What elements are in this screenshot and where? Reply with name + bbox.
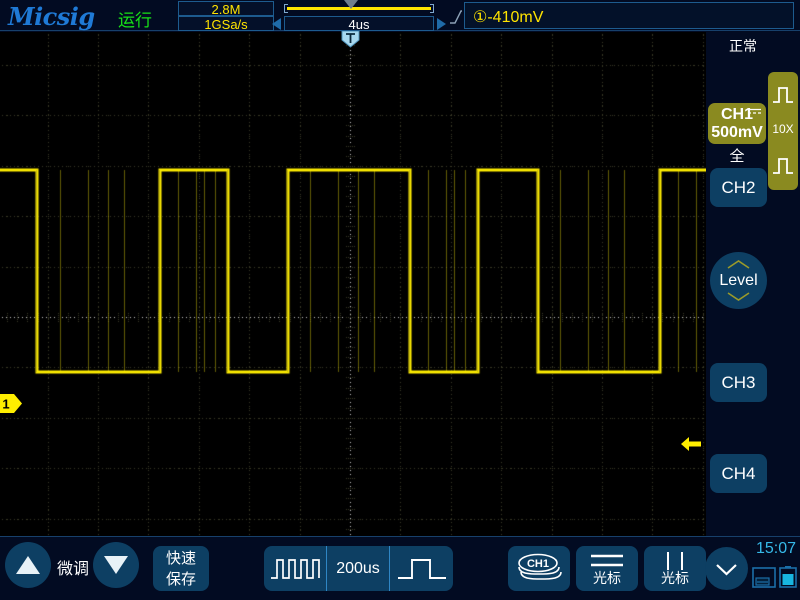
memory-bar-icon[interactable] (284, 2, 434, 15)
channel-2-button[interactable]: CH2 (710, 168, 767, 207)
pulse-icon[interactable] (772, 154, 794, 178)
dc-coupling-icon (748, 108, 761, 114)
triangle-up-icon (16, 556, 40, 574)
run-state-label[interactable]: 运行 (118, 6, 152, 31)
channel-1-bandwidth[interactable]: 全 (708, 145, 766, 166)
trigger-level-label: Level (719, 272, 758, 289)
rising-edge-icon[interactable] (449, 8, 463, 24)
pulse-width-segmented-control[interactable]: 200us (264, 546, 453, 591)
memory-depth-value[interactable]: 2.8M (178, 1, 274, 17)
right-sidebar: 正常 CH1 500mV 全 10X CH2 Level CH3 CH4 (706, 32, 800, 536)
svg-text:1: 1 (2, 397, 9, 412)
horizontal-cursor-button[interactable]: 光标 (576, 546, 638, 591)
channel-4-button[interactable]: CH4 (710, 454, 767, 493)
quick-save-button[interactable]: 快速 保存 (153, 546, 209, 591)
trigger-mode-label[interactable]: 正常 (715, 36, 771, 56)
vertical-cursor-button[interactable]: 光标 (644, 546, 706, 591)
chevron-down-icon (716, 564, 737, 576)
pulse-width-value[interactable]: 200us (327, 546, 389, 591)
channel-1-ground-marker[interactable]: 1 (0, 394, 22, 413)
quick-save-line1: 快速 (165, 550, 196, 567)
channel-1-scale: 500mV (711, 124, 763, 141)
status-icons (752, 566, 797, 588)
probe-settings-panel[interactable]: 10X (768, 72, 798, 190)
sample-rate-value[interactable]: 1GSa/s (178, 16, 274, 32)
narrow-pulses-icon (271, 559, 320, 579)
trigger-level-button[interactable]: Level (710, 252, 767, 309)
timebase-decrease-arrow[interactable] (272, 18, 281, 30)
horizontal-cursor-label: 光标 (593, 570, 621, 586)
battery-icon (779, 566, 797, 588)
channel-select-button[interactable]: CH1 (508, 546, 570, 591)
probe-ratio-label: 10X (772, 122, 794, 136)
trigger-position-marker[interactable] (341, 31, 360, 48)
channel-1-button[interactable]: CH1 500mV (708, 103, 766, 144)
quick-save-line2: 保存 (165, 571, 196, 588)
memory-position-triangle-icon (344, 0, 358, 9)
expand-menu-button[interactable] (705, 547, 748, 590)
brand-logo: Micsig (8, 2, 95, 31)
svg-text:CH1: CH1 (527, 558, 549, 570)
wide-pulse-button[interactable] (390, 546, 453, 591)
fine-tune-down-button[interactable] (93, 542, 139, 588)
wide-pulse-icon (397, 559, 446, 579)
timebase-value[interactable]: 4us (284, 16, 434, 32)
fine-tune-label: 微调 (56, 561, 89, 578)
chevron-up-icon (727, 260, 750, 269)
waveform-plot-area[interactable]: 1 (0, 32, 706, 536)
trigger-level-value: ①-410mV (473, 9, 544, 26)
memory-bar-line (287, 7, 431, 10)
display-icon (752, 567, 776, 588)
pulse-icon[interactable] (772, 83, 794, 107)
triangle-down-icon (104, 556, 128, 574)
memory-bar-right-bracket (430, 4, 434, 13)
vertical-cursor-label: 光标 (661, 570, 689, 586)
chevron-down-icon (727, 292, 750, 301)
stacked-channels-icon: CH1 (518, 553, 562, 580)
channel-3-button[interactable]: CH3 (710, 363, 767, 402)
trigger-level-box[interactable]: ①-410mV (464, 2, 794, 29)
narrow-pulses-button[interactable] (264, 546, 326, 591)
timebase-increase-arrow[interactable] (437, 18, 446, 30)
fine-tune-up-button[interactable] (5, 542, 51, 588)
trigger-level-arrow-icon[interactable] (681, 435, 701, 453)
oscilloscope-screen: Micsig 运行 2.8M 1GSa/s 4us ①-410mV 1 正常 C… (0, 0, 800, 600)
waveform-canvas (0, 32, 706, 536)
top-status-bar: Micsig 运行 2.8M 1GSa/s 4us ①-410mV (0, 0, 800, 32)
clock-label: 15:07 (755, 540, 796, 557)
